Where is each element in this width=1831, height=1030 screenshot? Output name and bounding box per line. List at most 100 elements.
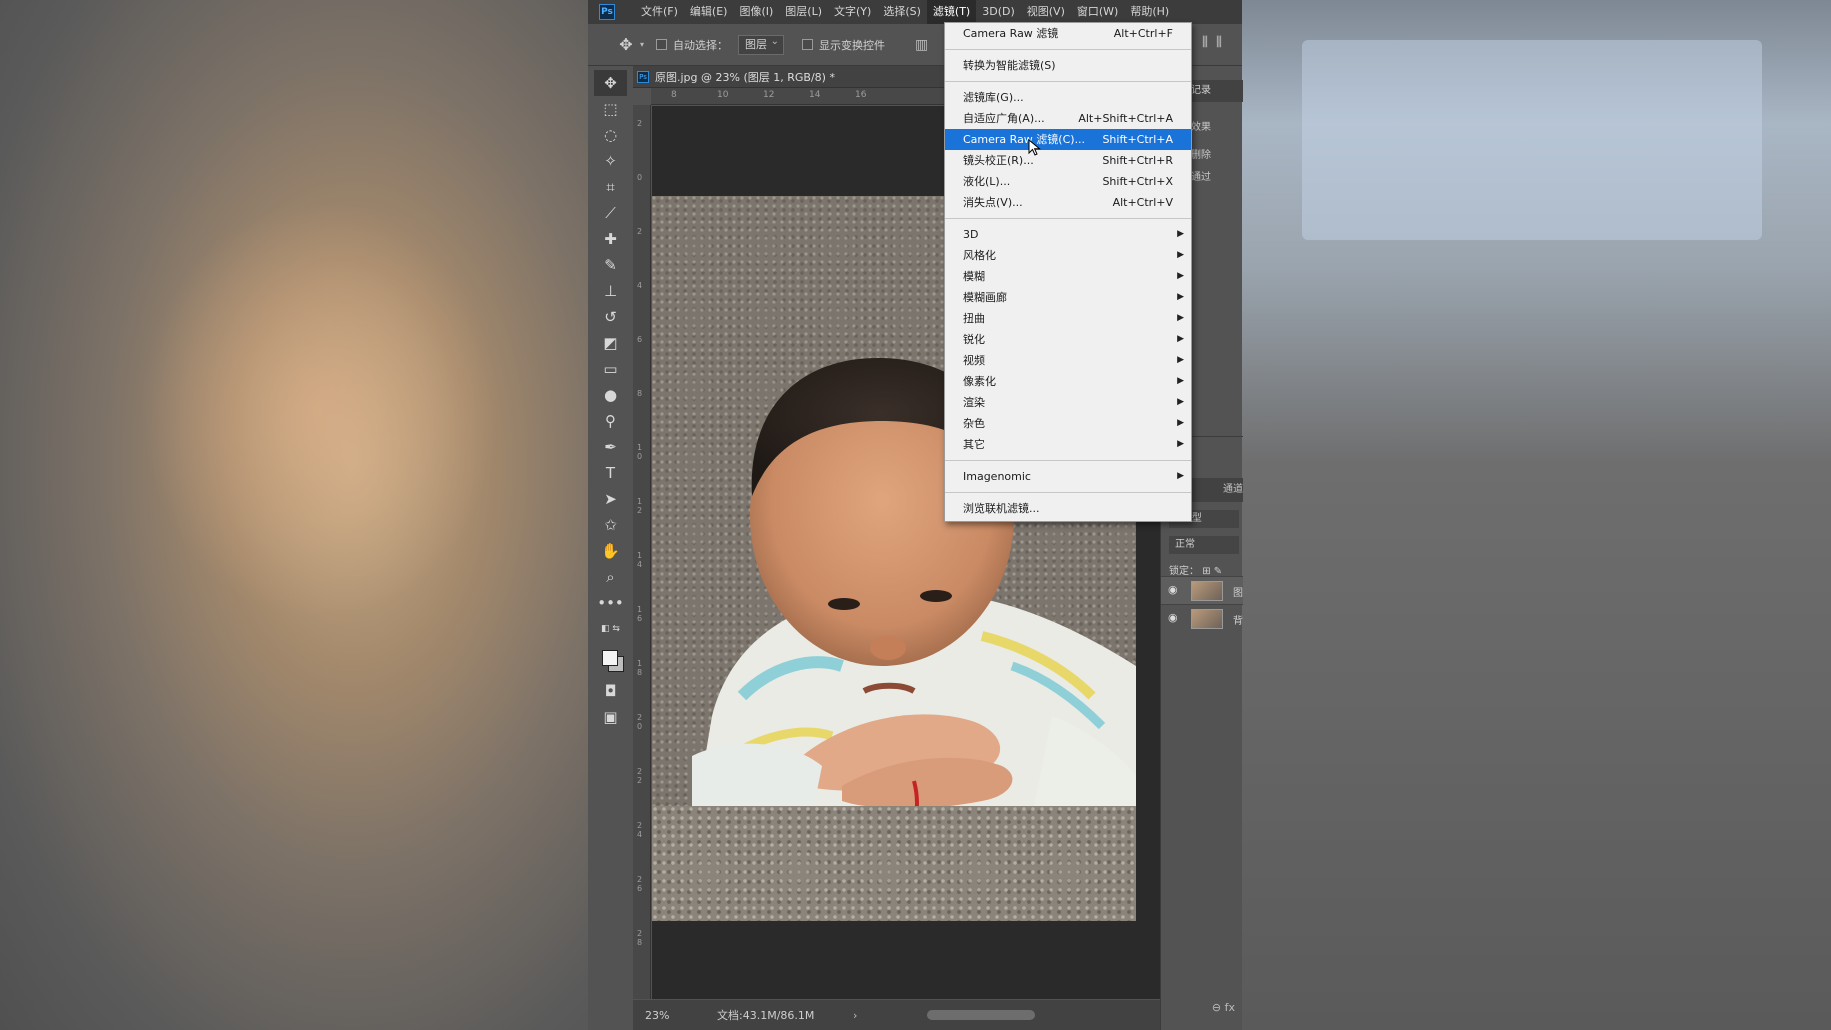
eyedropper-icon[interactable]: ⟋ <box>594 200 627 226</box>
filter-menu-item[interactable]: 模糊画廊 ▶ <box>945 287 1191 308</box>
filter-menu-item-label: 视频 <box>963 354 985 367</box>
menu-4[interactable]: 文字(Y) <box>828 0 877 24</box>
eraser-icon[interactable]: ◩ <box>594 330 627 356</box>
show-transform-checkbox[interactable] <box>802 39 814 50</box>
menu-8[interactable]: 视图(V) <box>1021 0 1071 24</box>
ruler-top-label: 10 <box>717 90 729 100</box>
layer-row[interactable]: ◉ 背 <box>1161 604 1243 632</box>
menu-2[interactable]: 图像(I) <box>733 0 779 24</box>
submenu-arrow-icon: ▶ <box>1177 418 1184 428</box>
filter-menu-shortcut: Alt+Ctrl+F <box>1113 27 1173 40</box>
filter-menu-item[interactable]: 转换为智能滤镜(S) <box>945 55 1191 76</box>
menu-9[interactable]: 窗口(W) <box>1071 0 1124 24</box>
filter-menu-item[interactable]: 渲染 ▶ <box>945 392 1191 413</box>
visibility-eye-icon[interactable]: ◉ <box>1168 583 1178 596</box>
filter-menu-item[interactable]: 自适应广角(A)... Alt+Shift+Ctrl+A <box>945 108 1191 129</box>
path-select-icon[interactable]: ➤ <box>594 486 627 512</box>
filter-menu-item[interactable]: 其它 ▶ <box>945 434 1191 455</box>
blend-mode-select[interactable]: 正常 <box>1169 536 1239 554</box>
tool-preset-chevron-icon[interactable]: ▾ <box>640 40 644 49</box>
filter-menu-item-label: 浏览联机滤镜... <box>963 502 1040 515</box>
history-brush-icon[interactable]: ↺ <box>594 304 627 330</box>
submenu-arrow-icon: ▶ <box>1177 229 1184 239</box>
filter-menu-item[interactable]: 锐化 ▶ <box>945 329 1191 350</box>
ruler-left-label: 2 <box>637 227 643 236</box>
ruler-left-label: 6 <box>637 335 643 344</box>
pen-icon[interactable]: ✒ <box>594 434 627 460</box>
menu-0[interactable]: 文件(F) <box>635 0 684 24</box>
brush-icon[interactable]: ✎ <box>594 252 627 278</box>
lasso-icon[interactable]: ◌ <box>594 122 627 148</box>
filter-menu-item[interactable]: Camera Raw 滤镜(C)... Shift+Ctrl+A <box>945 129 1191 150</box>
healing-brush-icon[interactable]: ✚ <box>594 226 627 252</box>
filter-menu-item-label: 镜头校正(R)... <box>963 154 1034 167</box>
menu-separator <box>945 492 1191 493</box>
move-tool-icon[interactable]: ✥ <box>612 31 640 59</box>
filter-menu-item-label: 渲染 <box>963 396 985 409</box>
gradient-icon[interactable]: ▭ <box>594 356 627 382</box>
magic-wand-icon[interactable]: ✧ <box>594 148 627 174</box>
history-row-2[interactable]: 删除 <box>1191 146 1211 161</box>
screen-mode-icon[interactable]: ▣ <box>594 704 627 730</box>
filter-menu-item-label: 锐化 <box>963 333 985 346</box>
submenu-arrow-icon: ▶ <box>1177 439 1184 449</box>
crop-icon[interactable]: ⌗ <box>594 174 627 200</box>
history-row-1[interactable]: 效果 <box>1191 118 1211 133</box>
submenu-arrow-icon: ▶ <box>1177 271 1184 281</box>
filter-menu-item[interactable]: Imagenomic ▶ <box>945 466 1191 487</box>
status-more-icon[interactable]: › <box>853 1009 857 1022</box>
blur-icon[interactable]: ● <box>594 382 627 408</box>
quick-mask-icon[interactable]: ◘ <box>594 678 627 704</box>
dodge-icon[interactable]: ⚲ <box>594 408 627 434</box>
foreground-color[interactable] <box>602 650 618 666</box>
zoom-icon[interactable]: ⌕ <box>594 564 627 590</box>
auto-select-checkbox[interactable] <box>656 39 668 50</box>
filter-menu-item[interactable]: 模糊 ▶ <box>945 266 1191 287</box>
filter-menu-item[interactable]: 镜头校正(R)... Shift+Ctrl+R <box>945 150 1191 171</box>
auto-select-target-select[interactable]: 图层 <box>738 33 785 55</box>
filter-menu-item-label: Camera Raw 滤镜 <box>963 27 1059 40</box>
filter-menu-item-label: 模糊画廊 <box>963 291 1007 304</box>
ruler-top-label: 14 <box>809 90 821 100</box>
filter-menu-item[interactable]: 3D ▶ <box>945 224 1191 245</box>
filter-menu-item[interactable]: 液化(L)... Shift+Ctrl+X <box>945 171 1191 192</box>
swap-colors-icon[interactable]: ◧ ⇆ <box>594 616 627 642</box>
menu-5[interactable]: 选择(S) <box>877 0 927 24</box>
stamp-icon[interactable]: ⊥ <box>594 278 627 304</box>
filter-menu-item[interactable]: 扭曲 ▶ <box>945 308 1191 329</box>
filter-menu-item[interactable]: 滤镜库(G)... <box>945 87 1191 108</box>
history-row-3[interactable]: 通过 <box>1191 168 1211 183</box>
layer-panel-footer-icons[interactable]: ⊖ fx <box>1161 996 1243 1020</box>
menu-3[interactable]: 图层(L) <box>779 0 828 24</box>
move-icon[interactable]: ✥ <box>594 70 627 96</box>
align-icon[interactable]: ▥ <box>915 37 928 53</box>
scrollbar-thumb[interactable] <box>927 1010 1035 1020</box>
layer-row[interactable]: ◉ 图 <box>1161 576 1243 604</box>
marquee-icon[interactable]: ⬚ <box>594 96 627 122</box>
filter-menu-item[interactable]: Camera Raw 滤镜 Alt+Ctrl+F <box>945 23 1191 44</box>
filter-menu-item[interactable]: 消失点(V)... Alt+Ctrl+V <box>945 192 1191 213</box>
visibility-eye-icon[interactable]: ◉ <box>1168 611 1178 624</box>
hand-icon[interactable]: ✋ <box>594 538 627 564</box>
lock-row: 锁定： ⊞ ✎ <box>1169 562 1222 577</box>
menu-6[interactable]: 滤镜(T) <box>926 0 977 24</box>
menu-1[interactable]: 编辑(E) <box>684 0 734 24</box>
show-transform-label: 显示变换控件 <box>819 38 886 52</box>
filter-menu-item[interactable]: 风格化 ▶ <box>945 245 1191 266</box>
filter-menu-item[interactable]: 视频 ▶ <box>945 350 1191 371</box>
shape-icon[interactable]: ✩ <box>594 512 627 538</box>
filter-menu-item-label: 像素化 <box>963 375 996 388</box>
horizontal-scrollbar[interactable] <box>877 1010 1097 1020</box>
filter-menu-item[interactable]: 像素化 ▶ <box>945 371 1191 392</box>
filter-menu-item[interactable]: 杂色 ▶ <box>945 413 1191 434</box>
distribute-icons[interactable]: ⫼⫼ <box>1202 35 1230 50</box>
more-tools-icon[interactable]: ••• <box>594 590 627 616</box>
zoom-level[interactable]: 23% <box>645 1009 705 1022</box>
type-icon[interactable]: T <box>594 460 627 486</box>
layer-name: 图 <box>1233 588 1243 599</box>
menu-7[interactable]: 3D(D) <box>976 0 1021 24</box>
filter-menu-item[interactable]: 浏览联机滤镜... <box>945 498 1191 519</box>
filter-menu-shortcut: Shift+Ctrl+A <box>1102 133 1173 146</box>
color-swatches[interactable] <box>594 642 627 678</box>
menu-10[interactable]: 帮助(H) <box>1124 0 1175 24</box>
